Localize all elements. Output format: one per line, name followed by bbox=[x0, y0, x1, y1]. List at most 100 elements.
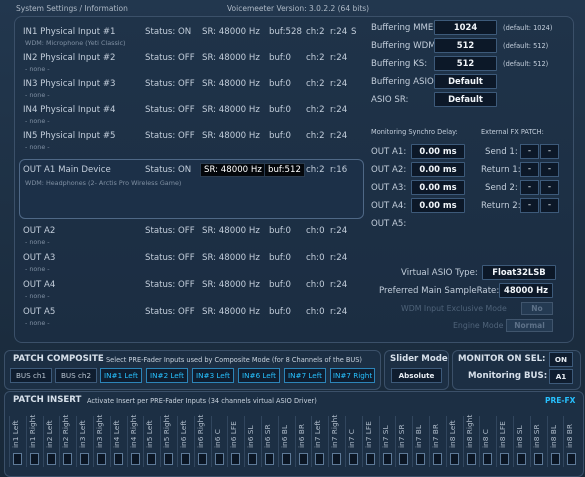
insert-checkbox[interactable] bbox=[147, 453, 157, 465]
send2-right-button[interactable]: - bbox=[540, 180, 559, 195]
composite-in1-left[interactable]: IN#1 Left bbox=[100, 368, 142, 383]
insert-checkbox[interactable] bbox=[332, 453, 342, 465]
insert-channel[interactable]: in6 SR bbox=[261, 416, 276, 467]
insert-channel[interactable]: in7 LFE bbox=[361, 416, 377, 467]
virtual-asio-type-value[interactable]: Float32LSB bbox=[482, 265, 556, 280]
insert-checkbox[interactable] bbox=[231, 453, 241, 465]
delay-a4-value[interactable]: 0.00 ms bbox=[411, 198, 465, 213]
send2-left-button[interactable]: - bbox=[520, 180, 539, 195]
insert-channel[interactable]: in5 Left bbox=[143, 416, 158, 467]
insert-channel[interactable]: in6 BR bbox=[294, 416, 310, 467]
insert-channel[interactable]: in2 Left bbox=[42, 416, 58, 467]
insert-channel[interactable]: in7 C bbox=[345, 416, 360, 467]
insert-channel[interactable]: in8 SL bbox=[513, 416, 528, 467]
insert-checkbox[interactable] bbox=[63, 453, 73, 465]
insert-checkbox[interactable] bbox=[97, 453, 106, 465]
composite-bus-ch1[interactable]: BUS ch1 bbox=[10, 368, 52, 383]
insert-checkbox[interactable] bbox=[433, 453, 442, 465]
insert-checkbox[interactable] bbox=[567, 453, 577, 465]
composite-in3-left[interactable]: IN#3 Left bbox=[192, 368, 234, 383]
composite-in7-left[interactable]: IN#7 Left bbox=[284, 368, 326, 383]
insert-checkbox[interactable] bbox=[416, 453, 426, 465]
insert-channel[interactable]: in6 SL bbox=[244, 416, 259, 467]
preferred-samplerate-value[interactable]: 48000 Hz bbox=[499, 283, 553, 298]
insert-channel[interactable]: in1 Left bbox=[9, 416, 24, 467]
monitoring-bus-value[interactable]: A1 bbox=[549, 369, 573, 384]
insert-checkbox[interactable] bbox=[29, 453, 39, 465]
insert-checkbox[interactable] bbox=[197, 453, 207, 465]
insert-checkbox[interactable] bbox=[46, 453, 56, 465]
insert-channel[interactable]: in8 Left bbox=[445, 416, 461, 467]
insert-channel[interactable]: in3 Right bbox=[93, 415, 108, 467]
asio-sr-value[interactable]: Default bbox=[434, 92, 497, 107]
composite-in7-right[interactable]: IN#7 Right bbox=[330, 368, 375, 383]
buffering-wdm-value[interactable]: 512 bbox=[434, 38, 497, 53]
return1-right-button[interactable]: - bbox=[540, 162, 559, 177]
insert-checkbox[interactable] bbox=[315, 453, 325, 465]
insert-channel[interactable]: in4 Right bbox=[126, 415, 142, 467]
insert-checkbox[interactable] bbox=[164, 453, 174, 465]
insert-channel[interactable]: in6 Left bbox=[177, 416, 192, 467]
insert-channel[interactable]: in8 C bbox=[479, 416, 494, 467]
insert-checkbox[interactable] bbox=[248, 453, 258, 465]
send1-left-button[interactable]: - bbox=[520, 144, 539, 159]
monitor-on-toggle[interactable]: ON bbox=[549, 352, 573, 367]
insert-checkbox[interactable] bbox=[80, 453, 90, 465]
insert-channel[interactable]: in7 Left bbox=[311, 416, 326, 467]
delay-a3-value[interactable]: 0.00 ms bbox=[411, 180, 465, 195]
insert-channel[interactable]: in4 Left bbox=[109, 416, 125, 467]
insert-channel[interactable]: in2 Right bbox=[59, 415, 74, 467]
insert-checkbox[interactable] bbox=[265, 453, 274, 465]
insert-channel[interactable]: in8 BR bbox=[563, 416, 578, 467]
insert-checkbox[interactable] bbox=[13, 453, 22, 465]
insert-channel[interactable]: in7 Right bbox=[328, 415, 343, 467]
insert-checkbox[interactable] bbox=[113, 453, 123, 465]
insert-checkbox[interactable] bbox=[130, 453, 140, 465]
insert-channel[interactable]: in1 Right bbox=[25, 415, 41, 467]
insert-checkbox[interactable] bbox=[500, 453, 510, 465]
insert-channel[interactable]: in5 Right bbox=[160, 415, 175, 467]
insert-channel[interactable]: in6 LFE bbox=[227, 416, 242, 467]
insert-checkbox[interactable] bbox=[550, 453, 560, 465]
insert-channel[interactable]: in7 BL bbox=[412, 416, 427, 467]
composite-in6-left[interactable]: IN#6 Left bbox=[238, 368, 280, 383]
insert-checkbox[interactable] bbox=[533, 453, 543, 465]
insert-checkbox[interactable] bbox=[399, 453, 409, 465]
insert-checkbox[interactable] bbox=[466, 453, 476, 465]
buffering-mme-value[interactable]: 1024 bbox=[434, 20, 497, 35]
buffering-asio-value[interactable]: Default bbox=[434, 74, 497, 89]
insert-checkbox[interactable] bbox=[365, 453, 375, 465]
insert-checkbox[interactable] bbox=[382, 453, 392, 465]
insert-checkbox[interactable] bbox=[298, 453, 308, 465]
engine-mode-value[interactable]: Normal bbox=[506, 319, 553, 332]
insert-channel[interactable]: in6 Right bbox=[193, 415, 209, 467]
insert-checkbox[interactable] bbox=[517, 453, 526, 465]
wdm-exclusive-toggle[interactable]: No bbox=[521, 302, 553, 315]
buffering-ks-value[interactable]: 512 bbox=[434, 56, 497, 71]
insert-channel[interactable]: in6 BL bbox=[277, 416, 293, 467]
insert-channel[interactable]: in7 BR bbox=[429, 416, 444, 467]
insert-checkbox[interactable] bbox=[349, 453, 358, 465]
insert-channel[interactable]: in7 SR bbox=[395, 416, 410, 467]
insert-channel[interactable]: in3 Left bbox=[76, 416, 91, 467]
insert-channel[interactable]: in7 SL bbox=[378, 416, 394, 467]
slider-mode-button[interactable]: Absolute bbox=[391, 368, 442, 383]
composite-bus-ch2[interactable]: BUS ch2 bbox=[55, 368, 97, 383]
insert-checkbox[interactable] bbox=[214, 453, 224, 465]
insert-channel[interactable]: in8 LFE bbox=[496, 416, 511, 467]
delay-a1-value[interactable]: 0.00 ms bbox=[411, 144, 465, 159]
return1-left-button[interactable]: - bbox=[520, 162, 539, 177]
insert-checkbox[interactable] bbox=[449, 453, 459, 465]
insert-checkbox[interactable] bbox=[181, 453, 190, 465]
insert-checkbox[interactable] bbox=[281, 453, 291, 465]
insert-channel[interactable]: in8 BL bbox=[546, 416, 562, 467]
delay-a2-value[interactable]: 0.00 ms bbox=[411, 162, 465, 177]
insert-channel[interactable]: in8 Right bbox=[462, 415, 478, 467]
insert-checkbox[interactable] bbox=[483, 453, 493, 465]
return2-right-button[interactable]: - bbox=[540, 198, 559, 213]
insert-channel[interactable]: in6 C bbox=[210, 416, 226, 467]
return2-left-button[interactable]: - bbox=[520, 198, 539, 213]
insert-channel[interactable]: in8 SR bbox=[529, 416, 545, 467]
composite-in2-left[interactable]: IN#2 Left bbox=[146, 368, 188, 383]
send1-right-button[interactable]: - bbox=[540, 144, 559, 159]
